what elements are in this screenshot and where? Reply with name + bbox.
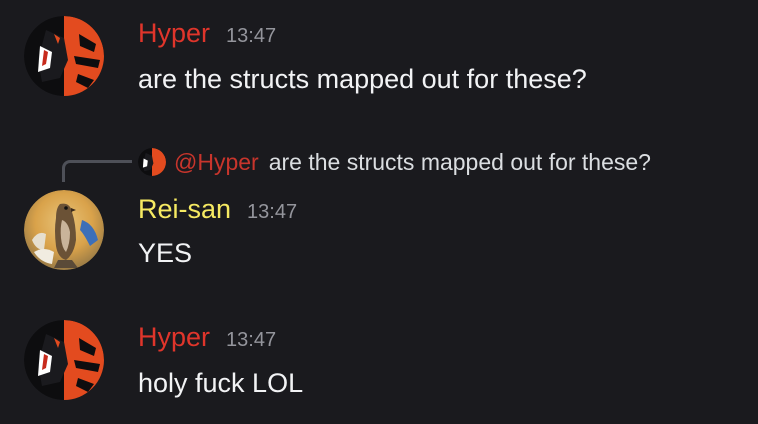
message-header: Rei-san 13:47	[138, 194, 297, 230]
timestamp: 13:47	[247, 201, 298, 223]
timestamp: 13:47	[226, 329, 277, 351]
author-name[interactable]: Rei-san	[138, 194, 231, 225]
hyper-avatar-icon[interactable]	[24, 320, 104, 400]
hawk-avatar-icon[interactable]	[24, 190, 104, 270]
author-name[interactable]: Hyper	[138, 18, 210, 49]
timestamp: 13:47	[226, 25, 277, 47]
message-text: are the structs mapped out for these?	[138, 64, 587, 94]
reply-mention[interactable]: @Hyper	[174, 149, 259, 176]
message-text: YES	[138, 238, 193, 268]
message-text: holy fuck LOL	[138, 368, 304, 398]
reply-connector	[62, 160, 132, 182]
author-name[interactable]: Hyper	[138, 322, 210, 353]
message-header: Hyper 13:47	[138, 18, 276, 54]
message-header: Hyper 13:47	[138, 322, 276, 358]
chat-log: Hyper 13:47 are the structs mapped out f…	[0, 0, 758, 424]
hyper-avatar-icon	[138, 148, 166, 176]
reply-text[interactable]: are the structs mapped out for these?	[269, 149, 651, 176]
hyper-avatar-icon[interactable]	[24, 16, 104, 96]
reply-preview[interactable]: @Hyper are the structs mapped out for th…	[138, 146, 651, 178]
